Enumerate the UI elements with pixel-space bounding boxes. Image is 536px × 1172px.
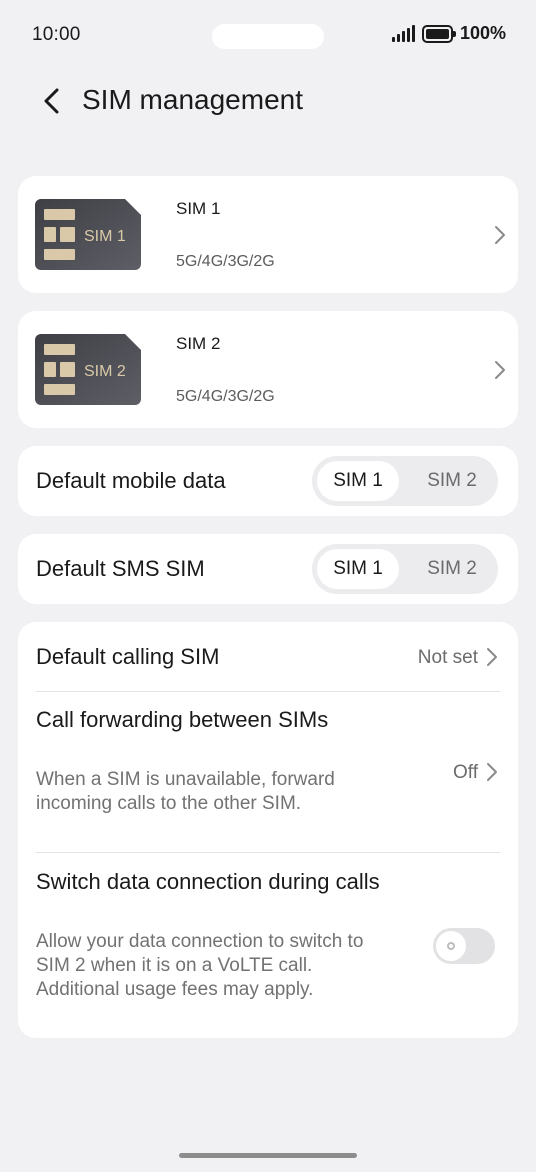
sim-card-icon: SIM 2 bbox=[35, 334, 141, 405]
header: SIM management bbox=[0, 76, 536, 126]
default-mobile-data-label: Default mobile data bbox=[36, 468, 226, 493]
signal-icon bbox=[391, 25, 415, 42]
default-mobile-data-selector: SIM 1 SIM 2 bbox=[312, 456, 498, 506]
battery-percent: 100% bbox=[459, 23, 506, 43]
sim-network: 5G/4G/3G/2G bbox=[176, 388, 275, 405]
status-icons: 100% bbox=[391, 23, 506, 44]
chevron-right-icon bbox=[487, 763, 497, 781]
sim-card-icon: SIM 1 bbox=[35, 199, 141, 270]
page-title: SIM management bbox=[82, 84, 303, 115]
switch-data-description: Allow your data connection to switch to … bbox=[36, 931, 364, 1000]
camera-pill bbox=[212, 24, 324, 49]
default-data-sim2-option[interactable]: SIM 2 bbox=[411, 461, 493, 501]
sim-2-card[interactable]: SIM 2 SIM 2 5G/4G/3G/2G bbox=[18, 311, 518, 428]
sim-1-card[interactable]: SIM 1 SIM 1 5G/4G/3G/2G bbox=[18, 176, 518, 293]
default-data-sim1-option[interactable]: SIM 1 bbox=[317, 461, 399, 501]
home-indicator[interactable] bbox=[179, 1153, 357, 1158]
battery-icon bbox=[421, 24, 456, 43]
sim-name: SIM 1 bbox=[176, 199, 221, 218]
divider bbox=[36, 691, 500, 692]
status-bar: 10:00 100% bbox=[0, 0, 536, 72]
sim-chip-label: SIM 2 bbox=[84, 363, 126, 380]
sim-chip-label: SIM 1 bbox=[84, 228, 126, 245]
sim-name: SIM 2 bbox=[176, 334, 221, 353]
divider bbox=[36, 852, 500, 853]
call-forwarding-value: Off bbox=[453, 762, 478, 783]
call-forwarding-description: When a SIM is unavailable, forward incom… bbox=[36, 769, 335, 814]
status-time: 10:00 bbox=[32, 24, 81, 45]
chevron-right-icon bbox=[495, 226, 505, 244]
default-sms-row: Default SMS SIM SIM 1 SIM 2 bbox=[18, 534, 518, 604]
default-calling-value: Not set bbox=[417, 647, 478, 668]
toggle-knob bbox=[436, 931, 466, 961]
chevron-right-icon bbox=[495, 361, 505, 379]
default-sms-selector: SIM 1 SIM 2 bbox=[312, 544, 498, 594]
back-arrow-icon[interactable] bbox=[40, 86, 64, 116]
switch-data-toggle[interactable] bbox=[433, 928, 495, 964]
switch-data-title: Switch data connection during calls bbox=[36, 869, 380, 894]
default-calling-label: Default calling SIM bbox=[36, 644, 220, 669]
default-sms-label: Default SMS SIM bbox=[36, 556, 205, 581]
default-sms-sim2-option[interactable]: SIM 2 bbox=[411, 549, 493, 589]
default-sms-sim1-option[interactable]: SIM 1 bbox=[317, 549, 399, 589]
calling-settings-card: Default calling SIM Not set Call forward… bbox=[18, 622, 518, 1038]
default-mobile-data-row: Default mobile data SIM 1 SIM 2 bbox=[18, 446, 518, 516]
chevron-right-icon bbox=[487, 648, 497, 666]
call-forwarding-title: Call forwarding between SIMs bbox=[36, 707, 329, 732]
sim-network: 5G/4G/3G/2G bbox=[176, 253, 275, 270]
